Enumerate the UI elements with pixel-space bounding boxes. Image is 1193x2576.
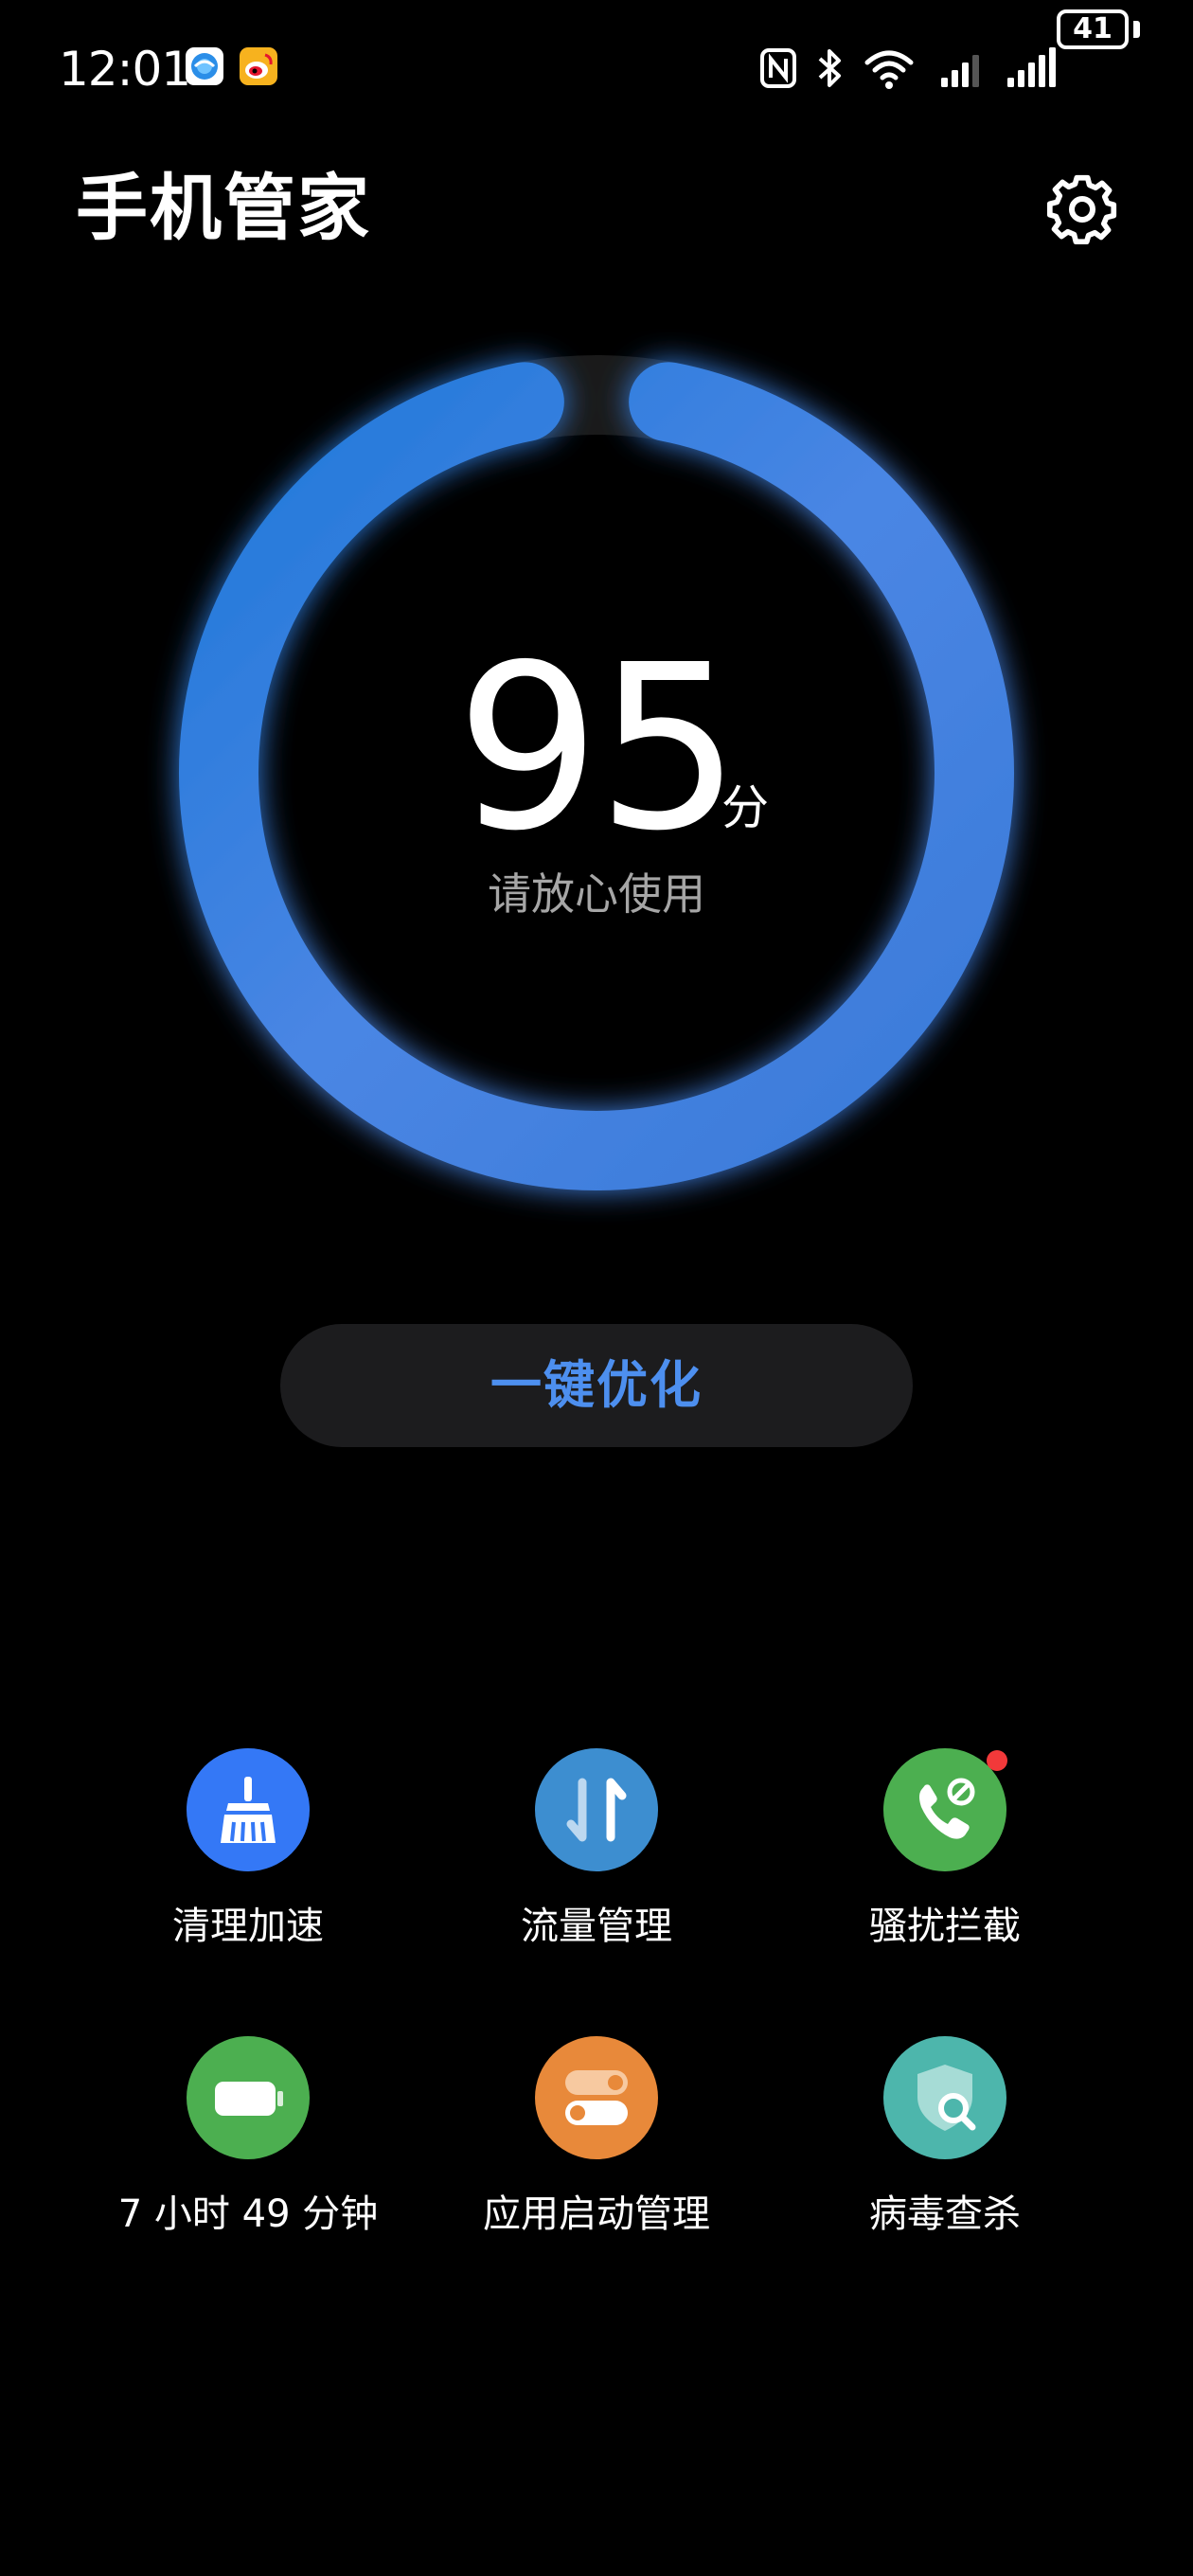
wifi-icon <box>864 50 914 89</box>
tool-label: 病毒查杀 <box>869 2192 1021 2236</box>
settings-button[interactable] <box>1043 170 1121 248</box>
tool-harassment-block[interactable]: 骚扰拦截 <box>765 1748 1125 1976</box>
tool-app-launch-management[interactable]: 应用启动管理 <box>417 2036 776 2263</box>
battery-tip <box>1133 21 1140 38</box>
shield-search-icon <box>917 2065 976 2131</box>
tool-clean-boost[interactable]: 清理加速 <box>68 1748 428 1976</box>
app-launch-icon-button[interactable] <box>535 2036 658 2159</box>
toggle-switches-icon <box>565 2070 628 2125</box>
status-bar: 12:01 41 <box>0 0 1193 133</box>
notification-badge <box>987 1750 1007 1771</box>
broom-icon <box>221 1777 276 1843</box>
data-management-icon-button[interactable] <box>535 1748 658 1871</box>
score-number: 95 <box>455 616 740 881</box>
battery-icon <box>215 2082 283 2116</box>
tool-label: 流量管理 <box>521 1905 672 1948</box>
tool-battery[interactable]: 7 小时 49 分钟 <box>68 2036 428 2263</box>
signal-icon <box>1007 47 1056 87</box>
tool-label: 清理加速 <box>172 1905 324 1948</box>
virus-scan-icon-button[interactable] <box>883 2036 1006 2159</box>
one-click-optimize-button[interactable]: 一键优化 <box>280 1324 913 1447</box>
gear-icon <box>1046 174 1117 245</box>
battery-icon-button[interactable] <box>187 2036 310 2159</box>
status-time: 12:01 <box>59 42 191 97</box>
signal-icon <box>941 55 979 87</box>
score-status-text: 请放心使用 <box>488 868 705 920</box>
bluetooth-icon <box>818 49 841 87</box>
tool-label: 应用启动管理 <box>483 2192 710 2236</box>
tool-label: 骚扰拦截 <box>869 1905 1021 1948</box>
page-title: 手机管家 <box>76 166 371 250</box>
tool-virus-scan[interactable]: 病毒查杀 <box>765 2036 1125 2263</box>
nfc-icon <box>760 48 796 88</box>
tool-label: 7 小时 49 分钟 <box>117 2192 379 2236</box>
score-value: 95 <box>0 606 1193 890</box>
score-unit: 分 <box>721 780 769 835</box>
tool-data-management[interactable]: 流量管理 <box>417 1748 776 1976</box>
browser-icon <box>186 47 223 85</box>
weibo-icon <box>240 47 277 85</box>
battery-indicator: 41 <box>1057 9 1129 49</box>
clean-boost-icon-button[interactable] <box>187 1748 310 1871</box>
data-arrows-icon <box>566 1778 627 1842</box>
